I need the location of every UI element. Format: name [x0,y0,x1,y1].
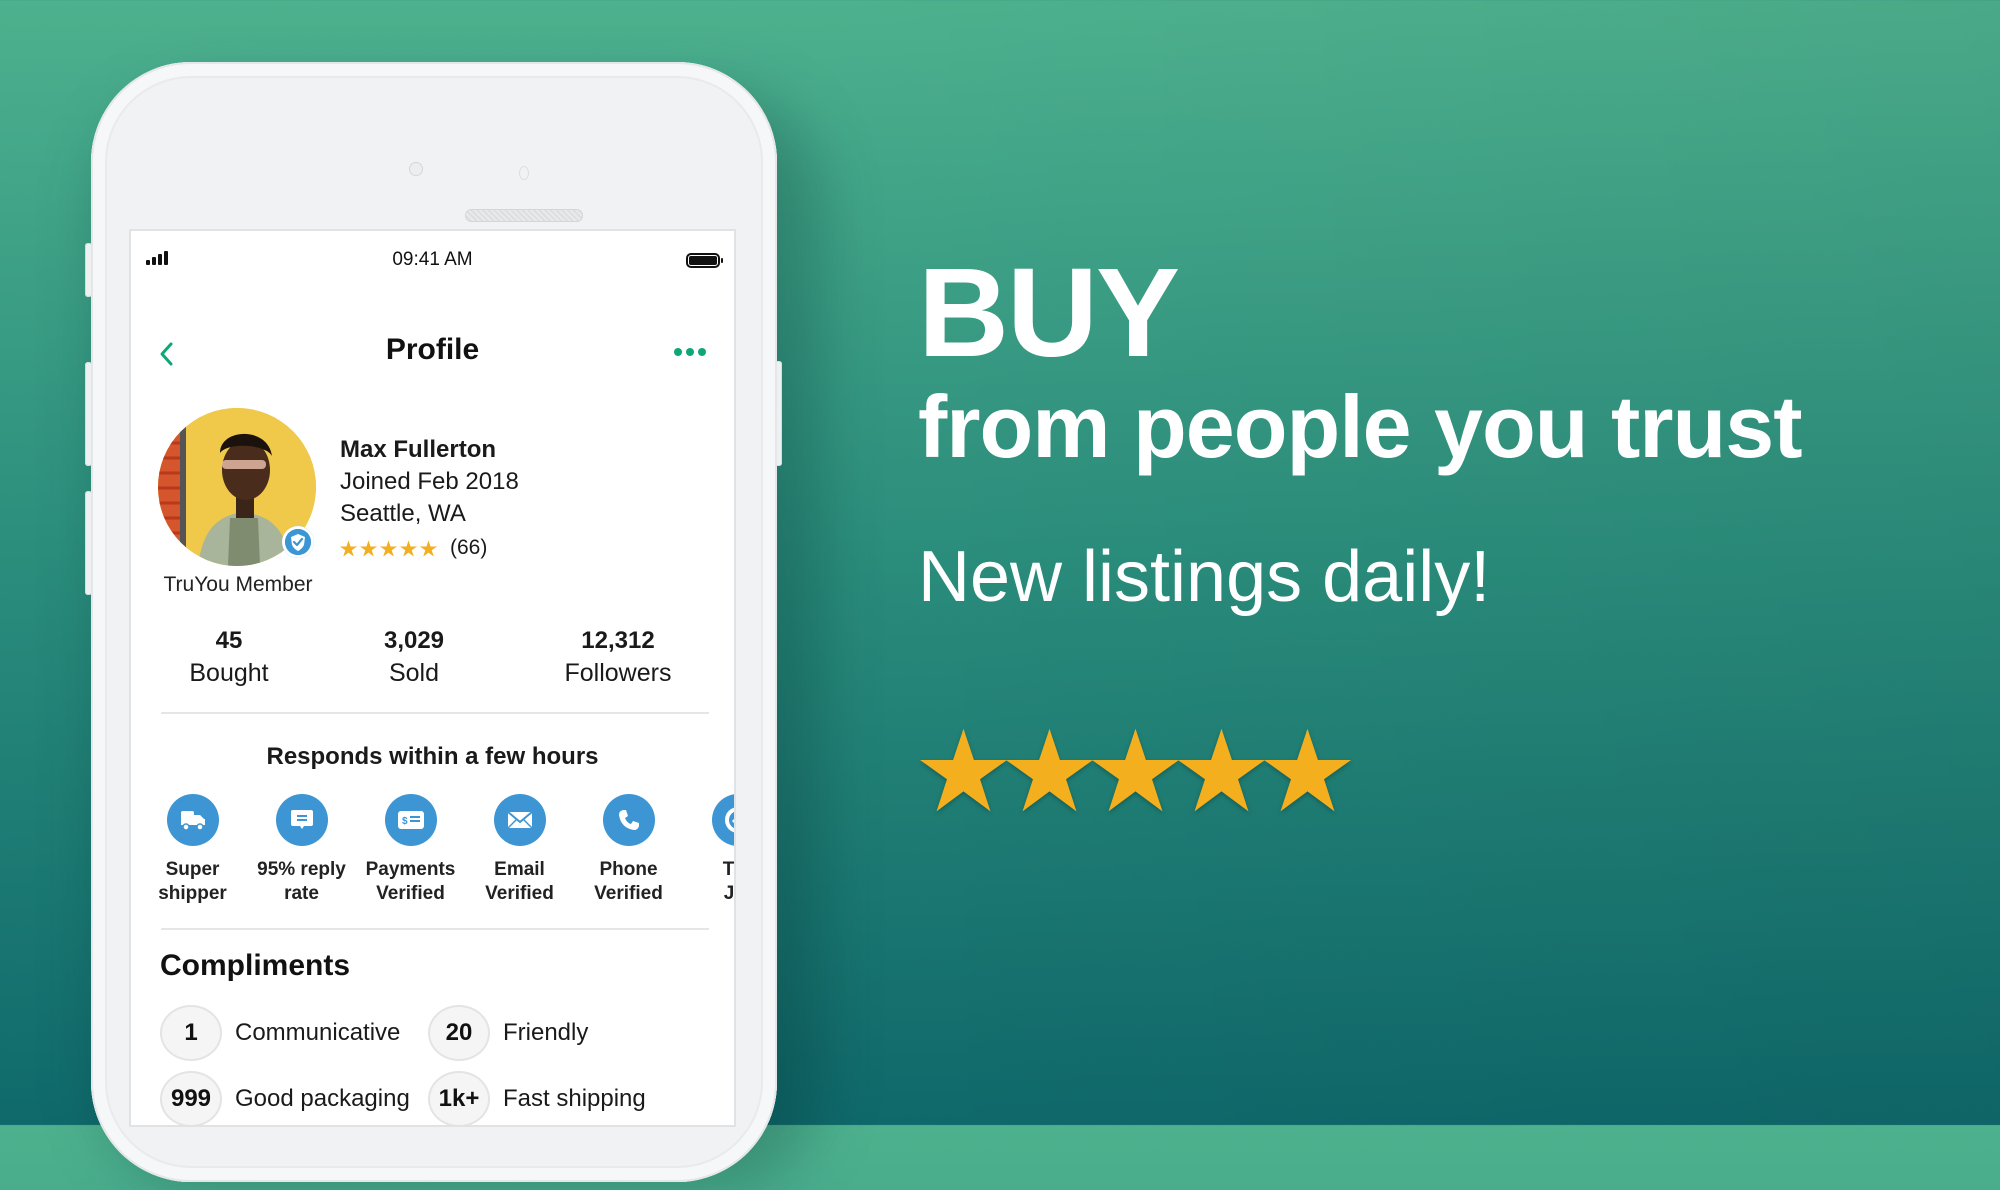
verified-check-icon [282,526,314,558]
more-options-button[interactable] [674,348,706,356]
page-title: Profile [385,333,480,366]
user-location: Seattle, WA [340,500,466,527]
stat-label: Sold [388,659,440,687]
star-icon [1006,728,1093,812]
stat-label: Followers [564,659,672,687]
battery-icon [686,253,723,268]
badge-label: Email [494,859,545,880]
badge-label: Verified [485,883,554,904]
compliment-count: 999 [160,1071,222,1125]
user-info: Max Fullerton Joined Feb 2018 Seattle, W… [340,434,519,564]
badge-truyou[interactable]: Tru Joi [683,794,734,906]
rating-count: (66) [450,536,488,559]
divider [161,712,709,714]
compliment-count: 20 [428,1005,490,1061]
star-icon [1092,728,1179,812]
user-name: Max Fullerton [340,436,497,463]
phone-icon [602,794,655,846]
badge-label: Super [165,859,220,880]
chat-bubble-icon [275,794,328,846]
rating-stars [340,539,437,557]
compliment-item[interactable]: 1 Communicative [160,1005,428,1061]
compliments-title: Compliments [160,949,351,982]
stat-followers[interactable]: 12,312 Followers [529,625,707,689]
badge-label: Phone [599,859,658,880]
badge-email-verified[interactable]: Email Verified [465,794,574,906]
payment-card-icon: $ [384,794,437,846]
stat-value: 45 [215,627,243,654]
status-time: 09:41 AM [392,249,473,270]
star-icon [380,539,397,556]
truck-icon [166,794,219,846]
compliment-count: 1k+ [428,1071,490,1125]
badge-reply-rate[interactable]: 95% reply rate [247,794,356,906]
compliment-label: Communicative [235,1019,401,1046]
stat-value: 3,029 [383,627,445,654]
compliment-item[interactable]: 1k+ Fast shipping [428,1071,668,1125]
badge-label: Tru [722,859,734,880]
badge-label: Payments [365,859,456,880]
badge-label: 95% reply [257,859,346,880]
badge-phone-verified[interactable]: Phone Verified [574,794,683,906]
user-stats: 45 Bought 3,029 Sold 12,312 Followers [159,625,707,689]
shield-check-icon [711,794,734,846]
response-time: Responds within a few hours [266,743,599,770]
star-icon [340,539,357,556]
stat-value: 12,312 [581,627,655,654]
front-camera [409,162,423,176]
star-icon [400,539,417,556]
badge-label: shipper [158,883,227,904]
badge-payments-verified[interactable]: $ Payments Verified [356,794,465,906]
compliment-label: Fast shipping [503,1085,646,1112]
badge-label: rate [284,883,319,904]
badge-label: Joi [723,883,734,904]
svg-text:$: $ [402,816,408,827]
star-icon [1178,728,1265,812]
badge-label: Verified [376,883,445,904]
phone-screen: 09:41 AM Profile TruYou Member Max Fulle… [131,231,734,1125]
trust-badges: Super shipper 95% reply rate $ Payments Ver… [138,794,734,906]
compliments-list: 1 Communicative 20 Friendly 999 Good pac… [160,1005,668,1125]
compliment-item[interactable]: 999 Good packaging [160,1071,428,1125]
divider [161,928,709,930]
star-icon [920,728,1007,812]
user-rating[interactable]: (66) [340,532,519,564]
earpiece-speaker [465,209,583,222]
compliment-count: 1 [160,1005,222,1061]
stat-sold[interactable]: 3,029 Sold [299,625,529,689]
star-icon [1264,728,1351,812]
badge-label: Verified [594,883,663,904]
more-dot [686,348,694,356]
stat-label: Bought [189,659,269,687]
promo-headline: BUY [918,242,1180,383]
proximity-sensor [519,166,529,180]
promo-tagline: New listings daily! [918,537,1491,617]
promo-subheadline: from people you trust [918,377,1802,476]
promo-rating-stars [920,727,1351,814]
star-icon [360,539,377,556]
member-label: TruYou Member [163,573,313,596]
star-icon [420,539,437,556]
more-dot [698,348,706,356]
stat-bought[interactable]: 45 Bought [159,625,299,689]
compliment-item[interactable]: 20 Friendly [428,1005,668,1061]
more-dots-icon [674,348,682,356]
compliment-label: Friendly [503,1019,589,1046]
envelope-icon [493,794,546,846]
compliment-label: Good packaging [235,1085,410,1112]
join-date: Joined Feb 2018 [340,468,519,495]
badge-super-shipper[interactable]: Super shipper [138,794,247,906]
